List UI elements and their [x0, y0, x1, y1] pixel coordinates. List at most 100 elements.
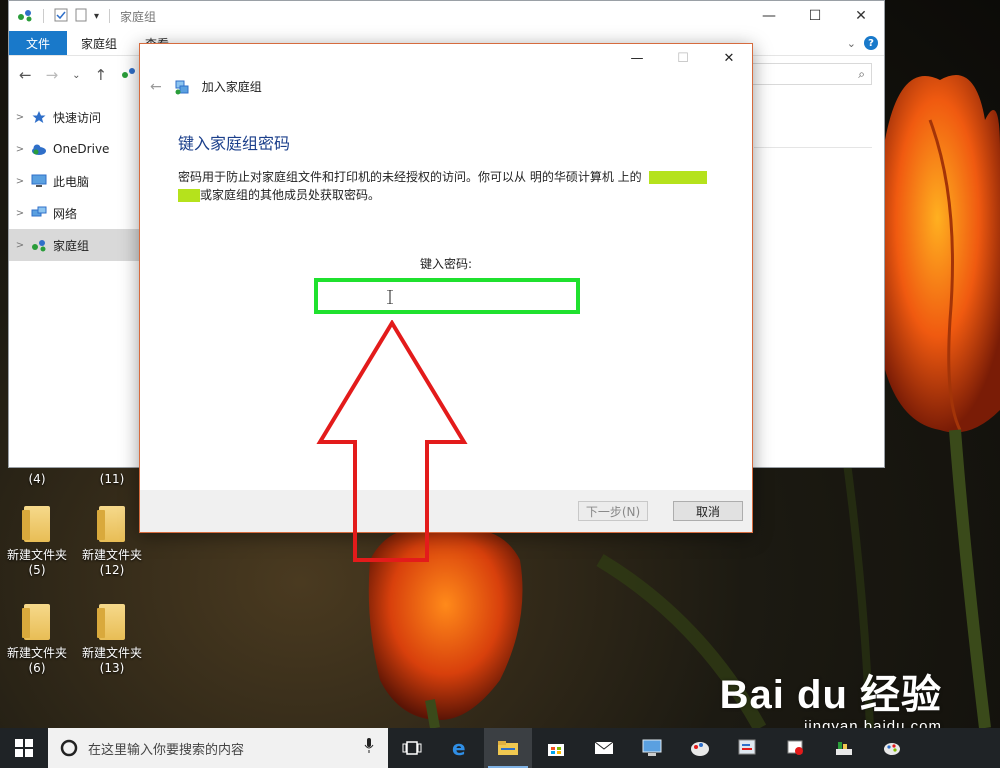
folder-count: (13) [99, 661, 125, 675]
expand-chevron-icon[interactable]: > [9, 112, 31, 123]
homegroup-icon [31, 238, 47, 252]
dialog-description: 密码用于防止对家庭组文件和打印机的未经授权的访问。你可以从 明的华硕计算机 上的… [178, 168, 718, 204]
paint-palette-icon[interactable] [868, 728, 916, 768]
expand-chevron-icon[interactable]: > [9, 176, 31, 187]
back-arrow-icon[interactable]: ← [19, 66, 32, 84]
folder-label: 新建文件夹 [81, 646, 142, 660]
start-button[interactable] [0, 728, 48, 768]
nav-item-this-pc[interactable]: > 此电脑 [9, 165, 139, 197]
description-text: 或家庭组的其他成员处获取密码。 [200, 188, 381, 202]
homegroup-wizard-icon [174, 79, 190, 95]
recent-chevron-icon[interactable]: ⌄ [72, 70, 80, 81]
folder-label: 新建文件夹 [6, 646, 67, 660]
nav-item-label: 家庭组 [53, 238, 90, 253]
customize-chevron-icon[interactable]: ▾ [94, 11, 99, 22]
cortana-icon [60, 739, 78, 757]
column-divider [754, 147, 872, 148]
expand-ribbon-icon[interactable]: ⌄ [847, 37, 856, 50]
password-label: 键入密码: [419, 257, 473, 271]
nav-item-label: 此电脑 [53, 174, 90, 189]
nav-item-label: 网络 [53, 206, 78, 221]
cancel-button[interactable]: 取消 [673, 501, 743, 521]
expand-chevron-icon[interactable]: > [9, 240, 31, 251]
maximize-button[interactable]: ☐ [792, 1, 838, 31]
desktop-folder[interactable]: 新建文件夹 (12) [77, 506, 147, 577]
microphone-icon[interactable] [364, 738, 374, 758]
desktop-folder[interactable]: (4) [2, 472, 72, 486]
annotation-arrow [316, 320, 468, 562]
cloud-icon [31, 142, 47, 156]
dialog-title: 加入家庭组 [201, 80, 262, 94]
task-view-icon[interactable] [388, 728, 436, 768]
window-title: 家庭组 [120, 9, 157, 24]
nav-item-onedrive[interactable]: > OneDrive [9, 133, 139, 165]
folder-count: (12) [99, 563, 125, 577]
new-folder-icon[interactable] [74, 8, 88, 25]
folder-icon [22, 604, 50, 640]
homegroup-icon [17, 8, 33, 25]
tab-file[interactable]: 文件 [9, 31, 68, 55]
folder-count: (11) [99, 472, 125, 486]
computer-icon [31, 174, 47, 188]
mail-icon[interactable] [580, 728, 628, 768]
divider [43, 9, 44, 23]
properties-icon[interactable] [54, 8, 68, 25]
dialog-heading: 键入家庭组密码 [178, 134, 291, 153]
minimize-button[interactable]: — [614, 44, 660, 72]
nav-item-quick-access[interactable]: > 快速访问 [9, 101, 139, 133]
desktop-folder[interactable]: 新建文件夹 (13) [77, 604, 147, 675]
watermark-brand: Bai du 经验 [719, 673, 942, 717]
library-icon[interactable] [820, 728, 868, 768]
description-text: 密码用于防止对家庭组文件和打印机的未经授权的访问。你可以从 明的华硕计算机 上的 [178, 170, 642, 184]
divider [109, 9, 111, 23]
svg-text:e: e [452, 738, 466, 758]
nav-item-network[interactable]: > 网络 [9, 197, 139, 229]
control-panel-icon[interactable] [724, 728, 772, 768]
folder-count: (6) [28, 661, 46, 675]
nav-item-label: 快速访问 [53, 110, 102, 125]
address-homegroup-icon [121, 66, 137, 84]
next-button[interactable]: 下一步(N) [578, 501, 648, 521]
minimize-button[interactable]: — [746, 1, 792, 31]
paint-app-icon[interactable] [676, 728, 724, 768]
explorer-title-bar: ▾ 家庭组 — ☐ ✕ [9, 1, 884, 31]
back-arrow-icon[interactable]: ← [150, 79, 162, 95]
folder-icon [97, 604, 125, 640]
nav-item-label: OneDrive [53, 142, 110, 156]
baidu-watermark: Bai du 经验 jingyan.baidu.com [719, 662, 942, 735]
expand-chevron-icon[interactable]: > [9, 208, 31, 219]
edge-browser-icon[interactable]: e [436, 728, 484, 768]
help-icon[interactable]: ? [864, 36, 878, 50]
up-arrow-icon[interactable]: ↑ [95, 66, 108, 84]
file-explorer-icon[interactable] [484, 728, 532, 768]
expand-chevron-icon[interactable]: > [9, 144, 31, 155]
password-input[interactable] [314, 278, 580, 314]
redacted-highlight [649, 171, 708, 184]
nav-item-homegroup[interactable]: > 家庭组 [9, 229, 139, 261]
taskbar-search-box[interactable]: 在这里输入你要搜索的内容 [48, 728, 388, 768]
taskbar: 在这里输入你要搜索的内容 e [0, 728, 1000, 768]
star-icon [31, 110, 47, 124]
folder-label: 新建文件夹 [81, 548, 142, 562]
folder-label: 新建文件夹 [6, 548, 67, 562]
folder-count: (4) [28, 472, 46, 486]
desktop-folder[interactable]: 新建文件夹 (6) [2, 604, 72, 675]
search-icon: ⌕ [858, 66, 865, 81]
desktop-folder[interactable]: 新建文件夹 (5) [2, 506, 72, 577]
close-button[interactable]: ✕ [838, 1, 884, 31]
maximize-button: ☐ [677, 50, 689, 66]
forward-arrow-icon[interactable]: → [46, 66, 59, 84]
search-input[interactable]: ⌕ [746, 63, 872, 85]
store-icon[interactable] [532, 728, 580, 768]
tab-homegroup[interactable]: 家庭组 [67, 31, 131, 55]
close-button[interactable]: ✕ [706, 44, 752, 72]
screenshot-tool-icon[interactable] [772, 728, 820, 768]
search-placeholder: 在这里输入你要搜索的内容 [88, 742, 245, 758]
redacted-highlight [178, 189, 200, 202]
remote-desktop-icon[interactable] [628, 728, 676, 768]
desktop-folder[interactable]: (11) [77, 472, 147, 486]
text-cursor-icon [387, 290, 393, 304]
folder-icon [22, 506, 50, 542]
folder-count: (5) [28, 563, 46, 577]
dialog-header: ← 加入家庭组 [150, 78, 262, 95]
